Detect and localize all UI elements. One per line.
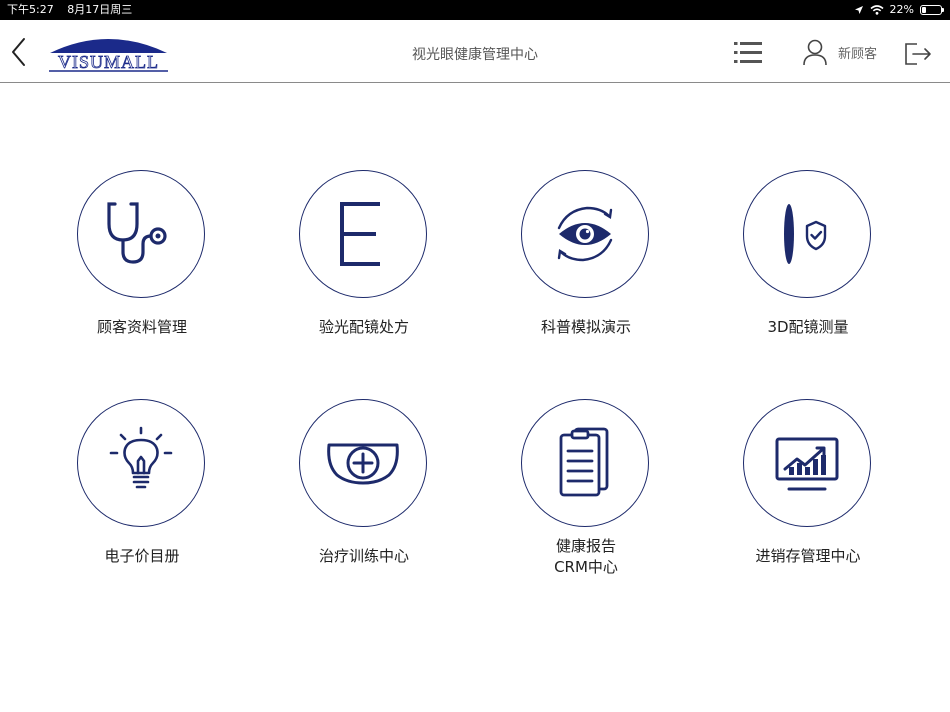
tile-label-multiline: 健康报告 CRM中心 <box>486 536 686 578</box>
status-bar: 下午5:27 8月17日周三 22% <box>0 0 950 20</box>
user-account-button[interactable]: 新顾客 <box>802 37 877 67</box>
location-arrow-icon <box>854 6 863 14</box>
rotating-eye-icon <box>557 206 613 262</box>
tile-label: 治疗训练中心 <box>318 547 409 565</box>
lens-shield-icon <box>784 204 827 264</box>
tile-label: 3D配镜测量 <box>767 318 849 336</box>
status-time: 下午5:27 <box>7 3 54 16</box>
tile-icon-circle <box>521 170 649 298</box>
tile-icon-circle <box>77 170 205 298</box>
tile-label: 健康报告 <box>555 537 616 555</box>
tile-icon-circle <box>299 170 427 298</box>
tile-icon-circle <box>743 399 871 527</box>
menu-list-icon[interactable] <box>734 40 764 66</box>
tile-label: 电子价目册 <box>104 547 180 565</box>
letter-e-chart-icon <box>340 202 380 266</box>
tile-label-line2: CRM中心 <box>554 558 618 576</box>
battery-icon <box>920 5 944 15</box>
tile-label: 科普模拟演示 <box>540 318 631 336</box>
user-icon <box>803 39 827 66</box>
battery-fill <box>922 7 926 13</box>
logout-icon[interactable] <box>903 41 933 67</box>
tile-icon-circle <box>77 399 205 527</box>
nav-bar: VISUMALL 视光眼健康管理中心 新顾客 <box>0 20 950 83</box>
lightbulb-icon <box>109 426 173 489</box>
tile-icon-circle <box>743 170 871 298</box>
monitor-chart-icon <box>775 437 839 491</box>
tile-label: 进销存管理中心 <box>755 547 861 565</box>
user-label: 新顾客 <box>838 46 878 62</box>
stethoscope-icon <box>107 202 167 264</box>
status-date: 8月17日周三 <box>67 3 133 16</box>
tile-label: 验光配镜处方 <box>318 318 409 336</box>
wifi-icon <box>870 5 884 15</box>
tile-icon-circle <box>299 399 427 527</box>
glasses-plus-icon <box>327 443 399 485</box>
battery-percent: 22% <box>889 3 914 16</box>
tile-label: 顾客资料管理 <box>96 318 187 336</box>
tile-icon-circle <box>521 399 649 527</box>
clipboard-report-icon <box>559 427 609 497</box>
